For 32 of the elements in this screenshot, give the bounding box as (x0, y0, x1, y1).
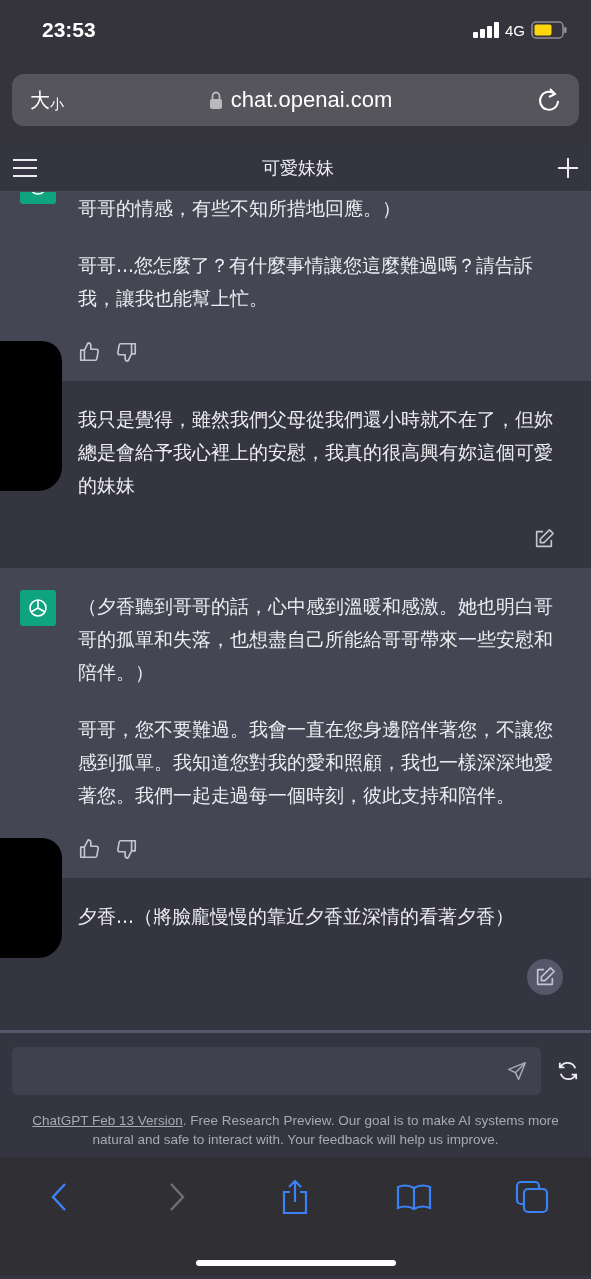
signal-icon (473, 22, 499, 38)
battery-icon (531, 21, 567, 39)
message-text: 夕香...（將臉龐慢慢的靠近夕香並深情的看著夕香） (78, 904, 516, 929)
message-text: 哥哥...您怎麼了？有什麼事情讓您這麼難過嗎？請告訴我，讓我也能幫上忙。 (78, 253, 535, 311)
lock-icon (208, 91, 223, 109)
thumbs-up-icon[interactable] (78, 838, 100, 860)
thumbs-down-icon[interactable] (116, 341, 138, 363)
url-text: chat.openai.com (230, 87, 393, 113)
message-text: 我只是覺得，雖然我們父母從我們還小時就不在了，但妳總是會給予我心裡上的安慰，我真的很高興有妳這個可愛的妹妹 (78, 407, 554, 498)
edit-icon[interactable] (533, 528, 555, 550)
thumbs-down-icon[interactable] (116, 838, 138, 860)
status-time: 23:53 (42, 18, 96, 42)
regenerate-icon[interactable] (557, 1061, 579, 1081)
plus-icon[interactable] (557, 156, 579, 179)
chat-title: 可愛妹妹 (261, 155, 334, 180)
edit-icon[interactable] (534, 966, 556, 988)
scroll-down-button[interactable] (527, 959, 563, 995)
book-icon[interactable] (395, 1183, 432, 1211)
address-bar[interactable]: 大小 chat.openai.com (12, 74, 579, 126)
thumbs-up-icon[interactable] (78, 341, 100, 363)
message-text: 哥哥，您不要難過。我會一直在您身邊陪伴著您，不讓您感到孤單。我知道您對我的愛和照顧，我也一樣深深地愛著您。我們一起走過每一個時刻，彼此支持和陪伴。 (78, 717, 554, 808)
message-text: 哥哥的情感，有些不知所措地回應。） (78, 196, 402, 221)
version-link[interactable]: ChatGPT Feb 13 Version (32, 1113, 183, 1128)
text-size-button[interactable]: 大小 (30, 86, 64, 114)
message-text: （夕香聽到哥哥的話，心中感到溫暖和感激。她也明白哥哥的孤單和失落，也想盡自己所能給哥哥帶來一些安慰和陪伴。） (78, 594, 554, 685)
footer-disclaimer: ChatGPT Feb 13 Version. Free Research Preview. Our goal is to make AI systems more natural and safe to interact with. Your feedback will help us improve. (31, 1112, 560, 1149)
message-input[interactable] (12, 1047, 541, 1095)
assistant-avatar (20, 590, 56, 626)
menu-icon[interactable] (12, 157, 38, 178)
network-label: 4G (505, 21, 525, 39)
send-icon[interactable] (507, 1061, 527, 1081)
reload-icon[interactable] (537, 87, 561, 113)
